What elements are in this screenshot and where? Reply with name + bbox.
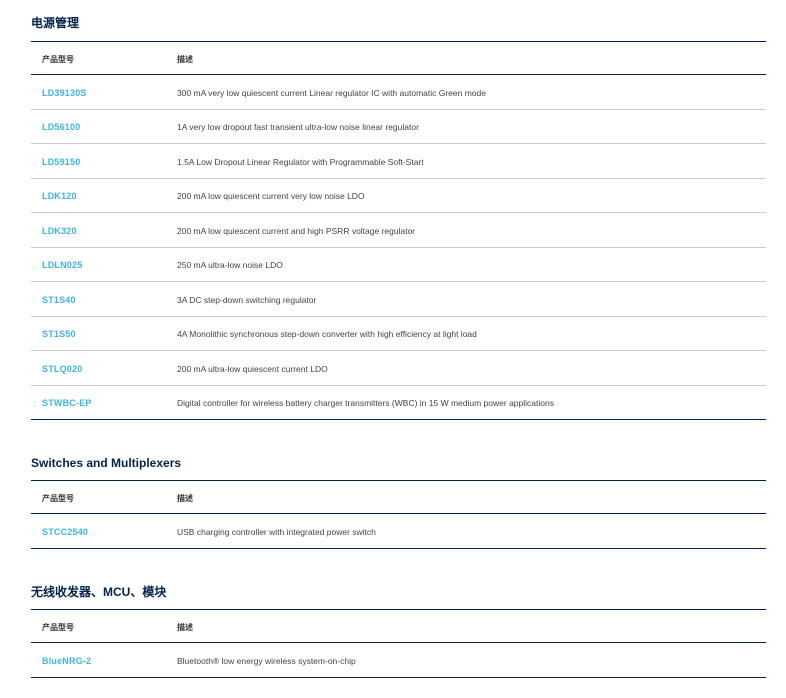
- product-table: 产品型号 描述 LD39130S 300 mA very low quiesce…: [31, 41, 766, 420]
- table-row: LDK120 200 mA low quiescent current very…: [31, 179, 766, 213]
- table-row: STLQ020 200 mA ultra-low quiescent curre…: [31, 351, 766, 386]
- product-description: 1A very low dropout fast transient ultra…: [177, 122, 419, 133]
- table-header: 产品型号 描述: [31, 609, 766, 643]
- product-link[interactable]: LDLN025: [42, 260, 82, 270]
- product-link[interactable]: BlueNRG-2: [42, 656, 91, 666]
- table-row: LD39130S 300 mA very low quiescent curre…: [31, 75, 766, 110]
- table-row: LD59150 1.5A Low Dropout Linear Regulato…: [31, 144, 766, 179]
- product-table: 产品型号 描述 STCC2540 USB charging controller…: [31, 480, 766, 549]
- product-link[interactable]: STLQ020: [42, 364, 82, 374]
- section-power-management: 电源管理 产品型号 描述 LD39130S 300 mA very low qu…: [31, 15, 766, 420]
- table-header: 产品型号 描述: [31, 41, 766, 75]
- product-description: Digital controller for wireless battery …: [177, 398, 554, 409]
- table-row: BlueNRG-2 Bluetooth® low energy wireless…: [31, 643, 766, 678]
- column-header-part-number: 产品型号: [42, 623, 74, 632]
- section-title: Switches and Multiplexers: [31, 456, 182, 470]
- product-link[interactable]: LD39130S: [42, 88, 87, 98]
- product-description: USB charging controller with integrated …: [177, 526, 376, 537]
- product-description: 200 mA low quiescent current very low no…: [177, 191, 365, 202]
- column-header-description: 描述: [177, 55, 193, 64]
- product-link[interactable]: LDK120: [42, 191, 77, 201]
- column-header-part-number: 产品型号: [42, 55, 74, 64]
- table-row: LDLN025 250 mA ultra-low noise LDO: [31, 248, 766, 282]
- product-link[interactable]: STCC2540: [42, 527, 88, 537]
- table-header: 产品型号 描述: [31, 480, 766, 514]
- product-link[interactable]: ST1S40: [42, 295, 76, 305]
- product-description: 250 mA ultra-low noise LDO: [177, 260, 283, 271]
- section-title: 无线收发器、MCU、模块: [31, 585, 167, 599]
- product-link[interactable]: LDK320: [42, 226, 77, 236]
- table-row: ST1S40 3A DC step-down switching regulat…: [31, 282, 766, 317]
- product-description: 3A DC step-down switching regulator: [177, 294, 317, 305]
- table-row: LDK320 200 mA low quiescent current and …: [31, 213, 766, 248]
- section-title: 电源管理: [31, 16, 80, 30]
- product-link[interactable]: LD56100: [42, 122, 80, 132]
- table-row: LD56100 1A very low dropout fast transie…: [31, 110, 766, 144]
- product-description: 4A Monolithic synchronous step-down conv…: [177, 329, 477, 340]
- product-description: 1.5A Low Dropout Linear Regulator with P…: [177, 156, 424, 167]
- column-header-part-number: 产品型号: [42, 494, 74, 503]
- section-wireless-mcu-modules: 无线收发器、MCU、模块 产品型号 描述 BlueNRG-2 Bluetooth…: [31, 584, 766, 678]
- product-link[interactable]: LD59150: [42, 157, 80, 167]
- product-description: 300 mA very low quiescent current Linear…: [177, 87, 486, 98]
- product-link[interactable]: ST1S50: [42, 329, 76, 339]
- section-switches-multiplexers: Switches and Multiplexers 产品型号 描述 STCC25…: [31, 455, 766, 549]
- table-row: ST1S50 4A Monolithic synchronous step-do…: [31, 317, 766, 351]
- product-description: Bluetooth® low energy wireless system-on…: [177, 655, 356, 666]
- product-link[interactable]: STWBC-EP: [42, 398, 92, 408]
- column-header-description: 描述: [177, 623, 193, 632]
- product-description: 200 mA low quiescent current and high PS…: [177, 225, 416, 236]
- table-row: STCC2540 USB charging controller with in…: [31, 514, 766, 549]
- product-table: 产品型号 描述 BlueNRG-2 Bluetooth® low energy …: [31, 609, 766, 678]
- product-description: 200 mA ultra-low quiescent current LDO: [177, 363, 328, 374]
- column-header-description: 描述: [177, 494, 193, 503]
- table-row: STWBC-EP Digital controller for wireless…: [31, 386, 766, 420]
